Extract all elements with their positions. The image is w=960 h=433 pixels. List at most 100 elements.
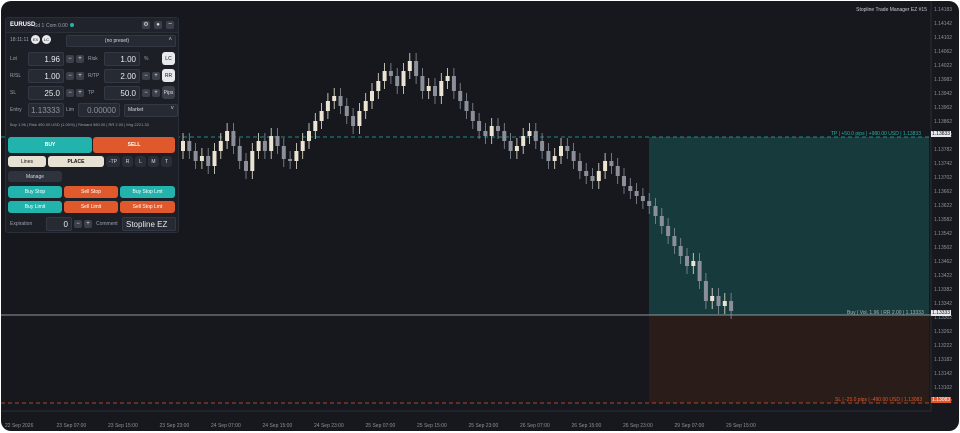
time-tick-label: 24 Sep 07:00 (211, 423, 241, 429)
preset-value: (no preset) (104, 38, 130, 44)
time-tick-label: 25 Sep 15:00 (417, 423, 447, 429)
place-button[interactable]: PLACE (48, 156, 104, 167)
rsl-decrease-button[interactable]: − (66, 72, 74, 80)
tp-input[interactable]: 50.0 (104, 86, 140, 100)
expiration-decrease-button[interactable]: − (74, 220, 82, 228)
candle-body (351, 116, 356, 126)
tp-increase-button[interactable]: + (152, 89, 160, 97)
buy-stop-button[interactable]: Buy Stop (8, 186, 62, 198)
buy-stop-limit-button[interactable]: Buy Stop Lmt (120, 186, 175, 198)
candle-body (357, 111, 362, 126)
expiration-increase-button[interactable]: + (84, 220, 92, 228)
sl-increase-button[interactable]: + (76, 89, 84, 97)
candle-body (281, 146, 286, 159)
risk-mode-button[interactable]: LC (162, 52, 175, 65)
minimize-icon[interactable]: − (166, 21, 174, 29)
candle-body (363, 101, 368, 111)
tp-decrease-button[interactable]: − (142, 89, 150, 97)
time-tick-label: 25 Sep 07:00 (365, 423, 396, 429)
risk-input[interactable]: 1.00 (104, 52, 140, 66)
candle-body (218, 141, 223, 151)
sell-button[interactable]: SELL (93, 137, 175, 153)
sl-decrease-button[interactable]: − (66, 89, 74, 97)
pin-icon[interactable]: ● (154, 21, 162, 29)
expiration-label: Expiration (10, 221, 33, 227)
price-tick-label: 1.14102 (934, 35, 952, 41)
candle-body (634, 191, 639, 196)
candle-body (338, 96, 343, 106)
candle-body (691, 261, 696, 266)
candle-body (407, 61, 412, 71)
rtp-input[interactable]: 2.00 (104, 69, 140, 83)
candle-body (571, 151, 576, 161)
order-type-select[interactable]: Market ˅ (124, 104, 178, 117)
sell-stop-limit-button[interactable]: Sell Stop Lmt (120, 201, 175, 213)
price-tick-label: 1.13342 (934, 301, 952, 307)
rsl-input[interactable]: 1.00 (28, 69, 64, 83)
lot-input[interactable]: 1.96 (28, 52, 64, 66)
comment-input[interactable]: Stopline EZ (122, 217, 176, 231)
manage-button[interactable]: Manage (8, 171, 62, 182)
settings-icon[interactable]: ⚙ (142, 21, 150, 29)
candle-body (659, 216, 664, 226)
m-button[interactable]: M (148, 156, 159, 167)
candle-body (546, 151, 551, 161)
price-tick-label: 1.14022 (934, 63, 952, 69)
rr-button[interactable]: RR (162, 69, 175, 82)
ea-title: Stopline Trade Manager EZ #15 (856, 7, 927, 13)
rtp-decrease-button[interactable]: − (142, 72, 150, 80)
candle-body (609, 161, 614, 166)
buy-button[interactable]: BUY (8, 137, 92, 153)
candle-body (256, 141, 261, 151)
tp-zone (649, 137, 929, 315)
candle-body (577, 161, 582, 171)
sl-input[interactable]: 25.0 (28, 86, 64, 100)
t-button[interactable]: T (161, 156, 172, 167)
minus-tp-button[interactable]: -TP (106, 156, 120, 167)
candle-body (269, 136, 274, 151)
buy-limit-button[interactable]: Buy Limit (8, 201, 62, 213)
candle-body (193, 151, 198, 161)
candle-body (596, 171, 601, 181)
pips-button[interactable]: Pips (162, 86, 175, 99)
rtp-increase-button[interactable]: + (152, 72, 160, 80)
price-tick-label: 1.13942 (934, 91, 952, 97)
trade-panel: EURUSD Sd 1 Com 0.00 ⚙ ● − 18:11:11 EX L… (5, 17, 179, 233)
lines-button[interactable]: Lines (8, 156, 46, 167)
chevron-down-icon: ˅ (170, 106, 174, 112)
r-button[interactable]: R (122, 156, 133, 167)
candle-body (496, 126, 500, 131)
rtp-label: R/TP (88, 73, 100, 79)
candle-body (615, 166, 620, 176)
expiration-input[interactable]: 0 (46, 217, 72, 231)
sell-stop-button[interactable]: Sell Stop (64, 186, 118, 198)
price-tick-label: 1.13222 (934, 343, 952, 349)
preset-select[interactable]: (no preset) ˄ (66, 35, 176, 47)
time-tick-label: 29 Sep 15:00 (726, 423, 756, 429)
risk-unit: % (144, 56, 149, 62)
rsl-label: R/SL (10, 73, 22, 79)
entry-input[interactable]: 1.13333 (28, 103, 64, 117)
chevron-up-icon: ˄ (168, 37, 172, 43)
candle-body (275, 136, 280, 146)
sell-limit-button[interactable]: Sell Limit (64, 201, 118, 213)
candle-body (395, 76, 400, 86)
tp-price-tag: 1.13833 (931, 131, 952, 137)
time-tick-label: 23 Sep 15:00 (108, 423, 138, 429)
mode-lc-toggle[interactable]: LC (42, 35, 51, 44)
rsl-increase-button[interactable]: + (76, 72, 84, 80)
lot-decrease-button[interactable]: − (66, 55, 74, 63)
candle-body (344, 106, 349, 116)
candle-body (640, 196, 645, 201)
lim-input[interactable]: 0.00000 (78, 103, 120, 117)
l-button[interactable]: L (135, 156, 146, 167)
lot-increase-button[interactable]: + (76, 55, 84, 63)
candle-body (729, 301, 734, 311)
candle-body (527, 131, 532, 136)
candle-body (666, 226, 671, 236)
mode-ex-toggle[interactable]: EX (31, 35, 40, 44)
price-tick-label: 1.13582 (934, 217, 952, 223)
candle-body (502, 131, 507, 141)
candle-body (628, 186, 633, 191)
price-tick-label: 1.14142 (934, 21, 952, 27)
